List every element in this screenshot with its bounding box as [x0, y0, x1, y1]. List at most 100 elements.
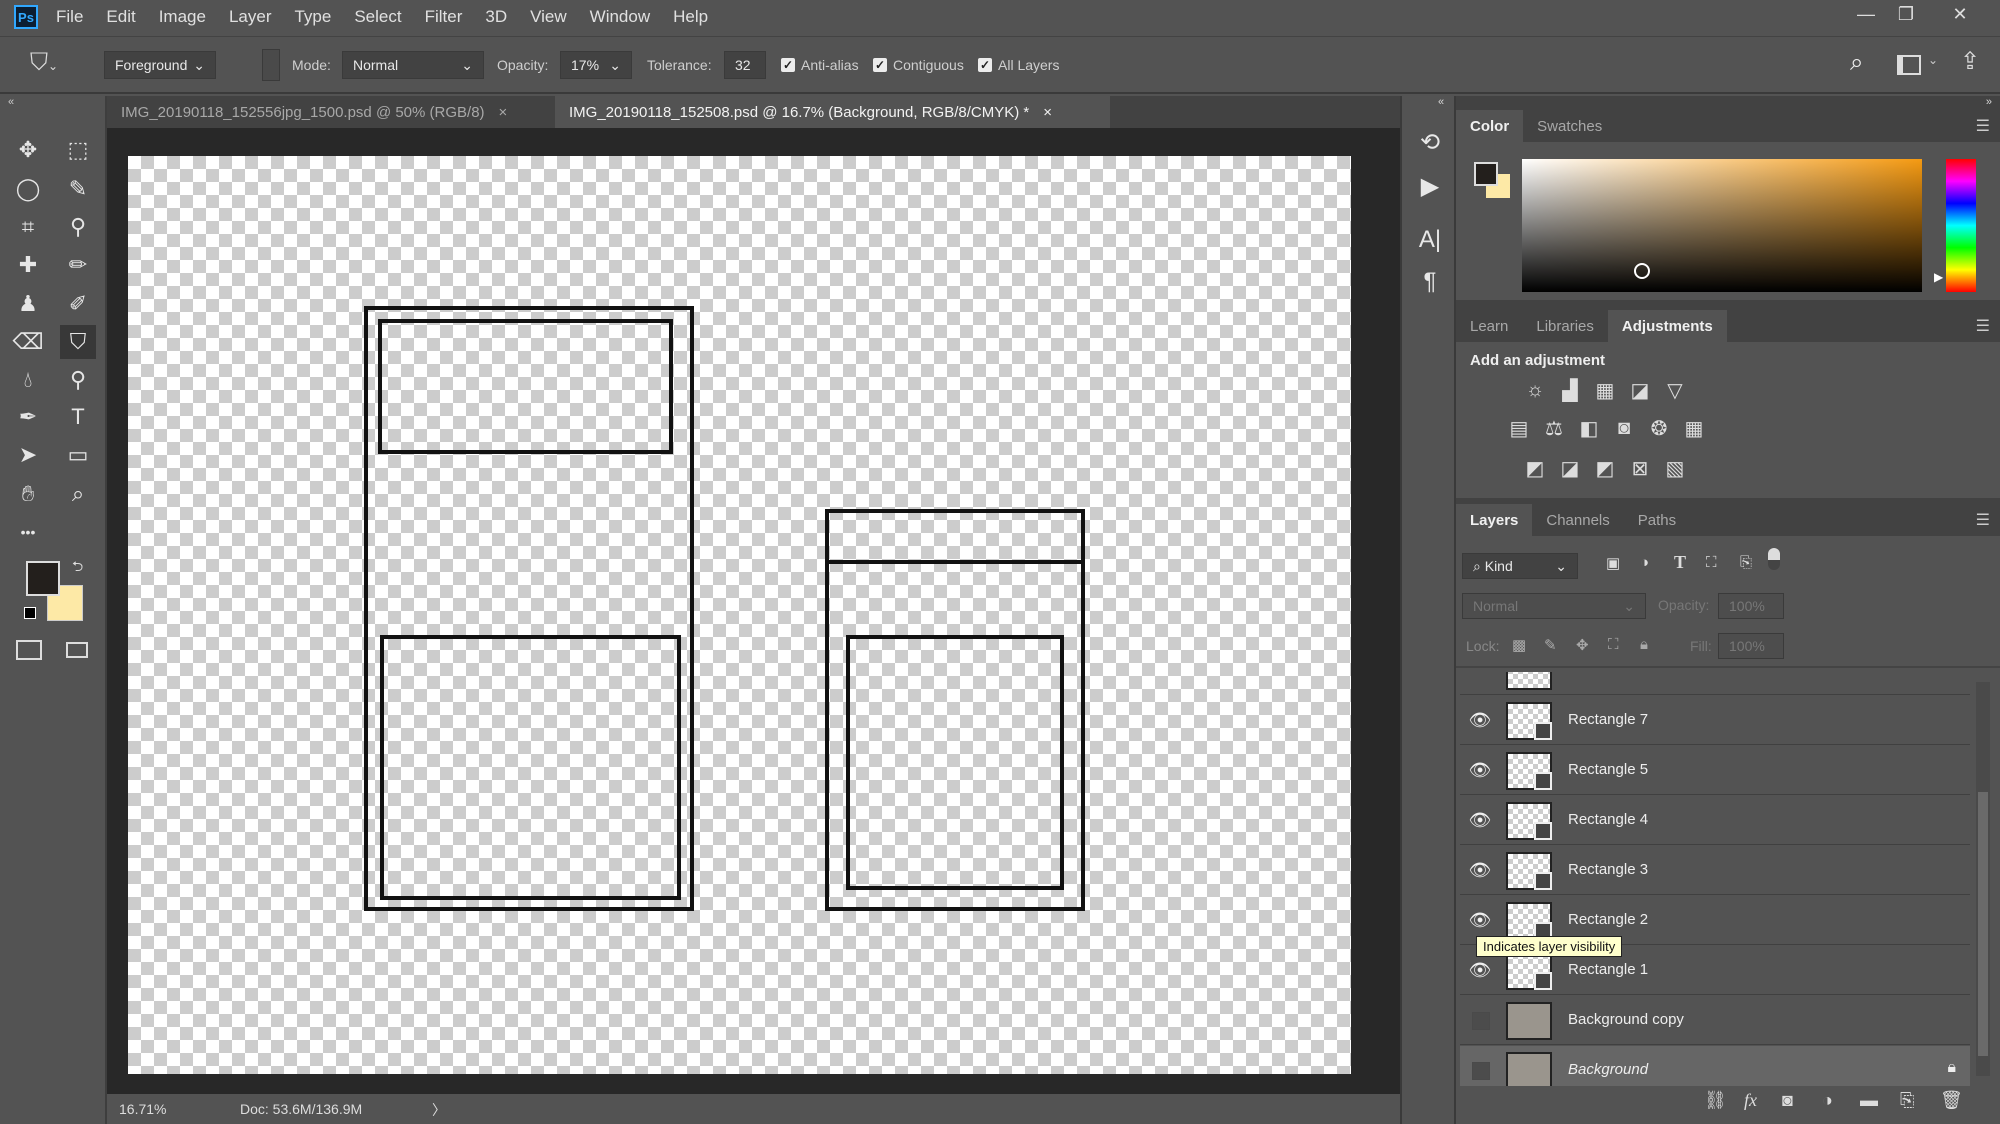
hue-saturation-icon[interactable]: ▤ — [1506, 416, 1532, 440]
pen-tool-icon[interactable]: ✒ — [10, 400, 46, 434]
menu-filter[interactable]: Filter — [425, 7, 463, 27]
invert-icon[interactable]: ◩ — [1522, 456, 1548, 480]
tab-document-1[interactable]: IMG_20190118_152556jpg_1500.psd @ 50% (R… — [107, 96, 555, 128]
eye-icon[interactable]: 👁︎ — [1468, 910, 1492, 930]
menu-image[interactable]: Image — [159, 7, 206, 27]
collapse-icon[interactable]: « — [1438, 96, 1444, 108]
fill-source-select[interactable]: Foreground ⌄ — [104, 51, 216, 79]
close-icon[interactable]: × — [1043, 104, 1052, 121]
tab-document-2[interactable]: IMG_20190118_152508.psd @ 16.7% (Backgro… — [555, 96, 1110, 128]
menu-edit[interactable]: Edit — [106, 7, 135, 27]
swap-colors-icon[interactable]: ⮌ — [72, 556, 83, 580]
more-tool-icon[interactable]: ••• — [10, 515, 46, 549]
lock-artboard-icon[interactable]: ⛶ — [1608, 636, 1619, 653]
black-white-icon[interactable]: ◧ — [1576, 416, 1602, 440]
visibility-toggle[interactable] — [1472, 1012, 1490, 1030]
tab-swatches[interactable]: Swatches — [1523, 110, 1616, 142]
color-field[interactable] — [1522, 159, 1922, 292]
clone-stamp-tool-icon[interactable]: ♟ — [10, 287, 46, 321]
scrollbar-thumb[interactable] — [1978, 792, 1988, 1056]
tab-learn[interactable]: Learn — [1456, 310, 1522, 342]
hue-slider-handle[interactable]: ▶ — [1934, 270, 1943, 284]
layer-row[interactable]: 👁︎ Rectangle 4 — [1460, 796, 1970, 845]
menu-layer[interactable]: Layer — [229, 7, 272, 27]
menu-window[interactable]: Window — [590, 7, 650, 27]
eye-icon[interactable]: 👁︎ — [1468, 710, 1492, 730]
add-mask-icon[interactable]: ◙ — [1782, 1090, 1793, 1111]
zoom-tool-icon[interactable]: ⌕ — [60, 477, 96, 511]
healing-brush-tool-icon[interactable]: ✚ — [10, 248, 46, 282]
color-balance-icon[interactable]: ⚖ — [1541, 416, 1567, 440]
visibility-toggle[interactable] — [1472, 1062, 1490, 1080]
mode-select[interactable]: Normal ⌄ — [342, 51, 484, 79]
filter-pixel-icon[interactable]: ▣ — [1606, 554, 1620, 572]
workspace-icon[interactable] — [1897, 55, 1921, 75]
tab-libraries[interactable]: Libraries — [1522, 310, 1608, 342]
foreground-color-swatch[interactable] — [26, 561, 60, 596]
selective-color-icon[interactable]: ⊠ — [1627, 456, 1653, 480]
opacity-input[interactable]: 17% ⌄ — [560, 51, 632, 79]
panel-menu-icon[interactable]: ☰ — [1976, 316, 1990, 336]
contiguous-checkbox[interactable]: ✓ — [873, 58, 887, 72]
quick-mask-icon[interactable] — [16, 640, 42, 660]
rectangle-shape[interactable] — [378, 319, 673, 454]
blur-tool-icon[interactable]: 💧︎ — [10, 363, 46, 397]
dodge-tool-icon[interactable]: ⚲ — [60, 363, 96, 397]
all-layers-checkbox[interactable]: ✓ — [978, 58, 992, 72]
chevron-down-icon[interactable]: ⌄ — [609, 57, 621, 74]
layer-opacity-input[interactable]: 100% — [1718, 593, 1784, 619]
photo-filter-icon[interactable]: ◙ — [1611, 416, 1637, 440]
layer-row-partial[interactable] — [1460, 672, 1970, 695]
lasso-tool-icon[interactable]: ◯ — [10, 172, 46, 206]
threshold-icon[interactable]: ◩ — [1592, 456, 1618, 480]
exposure-icon[interactable]: ◪ — [1627, 378, 1653, 402]
new-adjustment-layer-icon[interactable]: ◑ — [1822, 1090, 1833, 1111]
filter-shape-icon[interactable]: ⛶ — [1706, 554, 1717, 571]
lock-transparent-icon[interactable]: ▩ — [1512, 636, 1526, 654]
eye-icon[interactable]: 👁︎ — [1468, 960, 1492, 980]
lock-image-icon[interactable]: ✎ — [1544, 636, 1557, 654]
link-layers-icon[interactable]: ⛓ — [1704, 1090, 1727, 1111]
rectangle-shape[interactable] — [825, 509, 1085, 564]
path-selection-tool-icon[interactable]: ➤ — [10, 438, 46, 472]
menu-type[interactable]: Type — [294, 7, 331, 27]
collapse-icon[interactable]: « — [8, 96, 14, 108]
document-canvas[interactable] — [128, 156, 1351, 1074]
curves-icon[interactable]: ▦ — [1592, 378, 1618, 402]
new-layer-icon[interactable]: ⎘ — [1900, 1090, 1914, 1111]
quick-selection-tool-icon[interactable]: ✎ — [60, 172, 96, 206]
layer-row[interactable]: Background 🔒︎ — [1460, 1046, 1970, 1086]
new-group-icon[interactable]: ▬ — [1860, 1090, 1878, 1111]
status-menu-arrow[interactable]: 〉 — [432, 1100, 446, 1120]
anti-alias-checkbox[interactable]: ✓ — [781, 58, 795, 72]
filter-toggle[interactable] — [1768, 548, 1780, 570]
eye-icon[interactable]: 👁︎ — [1468, 760, 1492, 780]
panel-menu-icon[interactable]: ☰ — [1976, 116, 1990, 136]
rotate-view-tool-icon[interactable]: ✋︎ — [10, 477, 46, 511]
zoom-level[interactable]: 16.71% — [119, 1101, 166, 1117]
minimize-button[interactable]: — — [1846, 0, 1886, 28]
share-icon[interactable]: ⇪ — [1960, 47, 1980, 76]
panel-menu-icon[interactable]: ☰ — [1976, 510, 1990, 530]
history-brush-tool-icon[interactable]: ✐ — [60, 287, 96, 321]
move-tool-icon[interactable]: ✥ — [10, 133, 46, 167]
menu-file[interactable]: File — [56, 7, 83, 27]
type-tool-icon[interactable]: T — [60, 400, 96, 434]
eye-icon[interactable]: 👁︎ — [1468, 810, 1492, 830]
layers-scrollbar[interactable] — [1976, 682, 1990, 1076]
color-picker-cursor[interactable] — [1634, 263, 1650, 279]
levels-icon[interactable]: ▟ — [1557, 378, 1583, 402]
paint-bucket-icon[interactable]: ⛉⌄ — [30, 49, 58, 77]
close-icon[interactable]: × — [499, 104, 508, 121]
layer-filter-select[interactable]: ⌕ Kind ⌄ — [1462, 553, 1578, 579]
gradient-map-icon[interactable]: ▧ — [1662, 456, 1688, 480]
close-button[interactable]: ✕ — [1940, 0, 1980, 28]
color-lookup-icon[interactable]: ▦ — [1681, 416, 1707, 440]
pattern-picker[interactable] — [262, 49, 280, 81]
eraser-tool-icon[interactable]: ⌫ — [10, 325, 46, 359]
tab-adjustments[interactable]: Adjustments — [1607, 310, 1727, 342]
layer-row[interactable]: 👁︎ Rectangle 7 — [1460, 696, 1970, 745]
filter-type-icon[interactable]: T — [1674, 552, 1686, 573]
actions-play-icon[interactable]: ▶ — [1414, 172, 1446, 204]
filter-adjustment-icon[interactable]: ◑ — [1640, 554, 1649, 571]
